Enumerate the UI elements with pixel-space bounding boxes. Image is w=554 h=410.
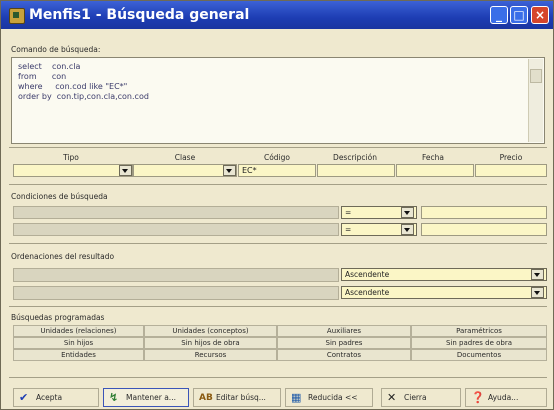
sql-label: Comando de búsqueda: — [11, 45, 101, 54]
column-header-fecha: Fecha — [422, 153, 444, 162]
ordering-direction-select[interactable]: Ascendente — [341, 268, 547, 281]
reduce-icon: ▦ — [291, 391, 302, 404]
accept-button[interactable]: ✔ Acepta — [13, 388, 99, 407]
reduce-button[interactable]: ▦ Reducida << — [285, 388, 373, 407]
edit-search-button[interactable]: AB Editar búsq... — [193, 388, 281, 407]
title-bar[interactable]: Menfis1 - Búsqueda general _ □ × — [1, 1, 553, 29]
divider — [9, 184, 547, 185]
sql-command-textarea[interactable]: select con.cla from con where con.cod li… — [11, 57, 545, 144]
chevron-down-icon[interactable] — [401, 207, 414, 218]
preset-auxiliares-button[interactable]: Auxiliares — [277, 325, 411, 337]
preset-unidades-conceptos-button[interactable]: Unidades (conceptos) — [144, 325, 277, 337]
divider — [9, 306, 547, 307]
close-icon: ✕ — [387, 391, 397, 404]
checkmark-icon: ✔ — [19, 391, 29, 404]
programmed-label: Búsquedas programadas — [11, 313, 105, 322]
reduce-label: Reducida << — [308, 393, 358, 402]
column-header-descripcion: Descripción — [333, 153, 377, 162]
column-header-clase: Clase — [174, 153, 196, 162]
edit-label: Editar búsq... — [216, 393, 266, 402]
conditions-label: Condiciones de búsqueda — [11, 192, 108, 201]
scrollbar-thumb[interactable] — [530, 69, 542, 83]
preset-sin-padres-button[interactable]: Sin padres — [277, 337, 411, 349]
divider — [9, 377, 547, 378]
accept-label: Acepta — [36, 393, 63, 402]
maximize-button[interactable]: □ — [510, 6, 528, 24]
fecha-input[interactable] — [396, 164, 474, 177]
condition-row[interactable] — [13, 223, 339, 236]
sql-line: select con.cla — [18, 62, 81, 71]
maintain-button[interactable]: ↯ Mantener a... — [103, 388, 189, 407]
sql-line: order by con.tip,con.cla,con.cod — [18, 92, 149, 101]
preset-sin-padres-obra-button[interactable]: Sin padres de obra — [411, 337, 547, 349]
column-header-codigo: Código — [263, 153, 291, 162]
help-icon: ❓ — [471, 391, 485, 404]
close-label: Cierra — [404, 393, 427, 402]
preset-contratos-button[interactable]: Contratos — [277, 349, 411, 361]
divider — [9, 243, 547, 244]
close-window-button[interactable]: × — [531, 6, 549, 24]
column-header-precio: Precio — [499, 153, 523, 162]
condition-value-input[interactable] — [421, 206, 547, 219]
minimize-button[interactable]: _ — [490, 6, 508, 24]
tipo-dropdown-arrow[interactable] — [119, 165, 132, 176]
help-label: Ayuda... — [488, 393, 519, 402]
column-header-tipo: Tipo — [63, 153, 79, 162]
ordering-label: Ordenaciones del resultado — [11, 252, 115, 261]
sql-line: where con.cod like "EC*" — [18, 82, 128, 91]
preset-sin-hijos-button[interactable]: Sin hijos — [13, 337, 144, 349]
descripcion-input[interactable] — [317, 164, 395, 177]
app-icon — [9, 8, 25, 24]
preset-entidades-button[interactable]: Entidades — [13, 349, 144, 361]
preset-documentos-button[interactable]: Documentos — [411, 349, 547, 361]
condition-value-input[interactable] — [421, 223, 547, 236]
tipo-select[interactable] — [13, 164, 133, 177]
close-button[interactable]: ✕ Cierra — [381, 388, 461, 407]
edit-icon: AB — [199, 393, 213, 403]
preset-sin-hijos-obra-button[interactable]: Sin hijos de obra — [144, 337, 277, 349]
condition-row[interactable] — [13, 206, 339, 219]
ordering-direction-select[interactable]: Ascendente — [341, 286, 547, 299]
codigo-input[interactable]: EC* — [238, 164, 316, 177]
help-button[interactable]: ❓ Ayuda... — [465, 388, 547, 407]
preset-unidades-relaciones-button[interactable]: Unidades (relaciones) — [13, 325, 144, 337]
precio-input[interactable] — [475, 164, 547, 177]
ordering-row[interactable] — [13, 286, 339, 300]
divider — [9, 147, 547, 148]
chevron-down-icon[interactable] — [401, 224, 414, 235]
chevron-down-icon[interactable] — [531, 269, 544, 280]
preset-recursos-button[interactable]: Recursos — [144, 349, 277, 361]
maintain-label: Mantener a... — [126, 393, 176, 402]
sql-scrollbar[interactable] — [528, 59, 543, 142]
window-title: Menfis1 - Búsqueda general — [29, 7, 250, 23]
ordering-row[interactable] — [13, 268, 339, 282]
preset-parametricos-button[interactable]: Paramétricos — [411, 325, 547, 337]
sql-line: from con — [18, 72, 67, 81]
maintain-icon: ↯ — [109, 391, 119, 404]
clase-dropdown-arrow[interactable] — [223, 165, 236, 176]
search-window: Menfis1 - Búsqueda general _ □ × Comando… — [0, 0, 554, 410]
clase-select[interactable] — [133, 164, 237, 177]
chevron-down-icon[interactable] — [531, 287, 544, 298]
